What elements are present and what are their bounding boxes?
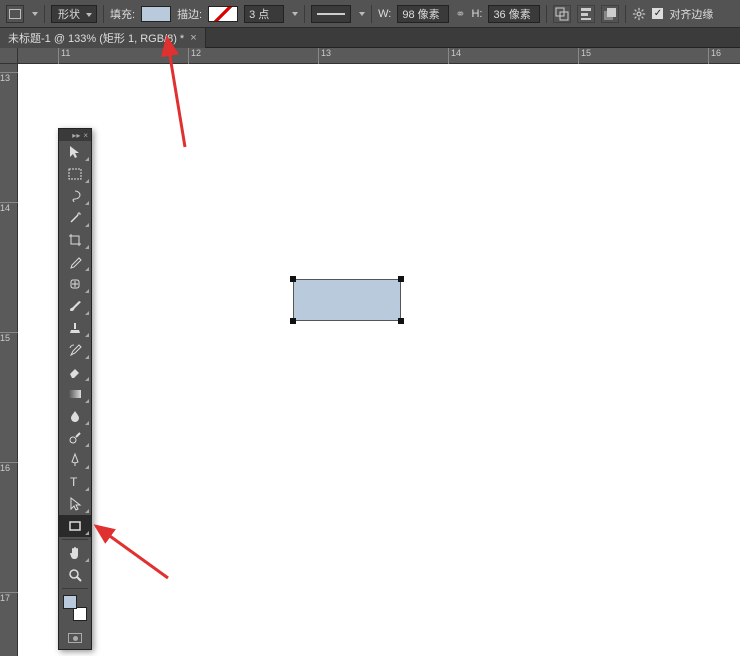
ruler-origin[interactable] xyxy=(0,48,18,64)
shape-mode-label: 形状 xyxy=(58,6,80,22)
chevron-down-icon xyxy=(86,13,92,17)
ruler-h-tick: 13 xyxy=(318,48,331,64)
ruler-vertical[interactable]: 13 14 15 16 17 xyxy=(0,64,18,656)
ruler-v-tick: 17 xyxy=(0,592,18,602)
resize-handle-tl[interactable] xyxy=(290,276,296,282)
path-arrange-button[interactable] xyxy=(601,5,619,23)
ruler-h-tick: 11 xyxy=(58,48,70,64)
tools-panel[interactable]: ▸▸× T xyxy=(58,128,92,650)
ruler-h-tick: 15 xyxy=(578,48,591,64)
height-field[interactable]: 36 像素 xyxy=(488,5,540,23)
stroke-swatch[interactable] xyxy=(208,6,238,22)
ruler-h-tick: 14 xyxy=(448,48,461,64)
resize-handle-tr[interactable] xyxy=(398,276,404,282)
gradient-tool[interactable] xyxy=(59,383,91,405)
chevron-down-icon[interactable] xyxy=(32,12,38,16)
path-combine-button[interactable] xyxy=(553,5,571,23)
path-selection-tool[interactable] xyxy=(59,493,91,515)
blur-tool[interactable] xyxy=(59,405,91,427)
dodge-tool[interactable] xyxy=(59,427,91,449)
align-edges-label: 对齐边缘 xyxy=(669,6,713,22)
ruler-v-tick: 16 xyxy=(0,462,18,472)
tool-preset-picker[interactable] xyxy=(6,5,24,23)
eraser-tool[interactable] xyxy=(59,361,91,383)
width-label: W: xyxy=(378,8,391,20)
gear-icon[interactable] xyxy=(632,7,646,21)
ruler-horizontal[interactable]: 11 12 13 14 15 16 xyxy=(18,48,740,64)
chevron-down-icon[interactable] xyxy=(292,12,298,16)
ruler-v-tick: 14 xyxy=(0,202,18,212)
type-tool[interactable]: T xyxy=(59,471,91,493)
document-tab[interactable]: 未标题-1 @ 133% (矩形 1, RGB/8) * × xyxy=(0,28,206,48)
divider xyxy=(62,588,88,589)
rectangle-shape[interactable] xyxy=(293,279,401,321)
document-tab-strip: 未标题-1 @ 133% (矩形 1, RGB/8) * × xyxy=(0,28,740,48)
width-field[interactable]: 98 像素 xyxy=(397,5,449,23)
ruler-h-tick: 12 xyxy=(188,48,201,64)
shape-mode-select[interactable]: 形状 xyxy=(51,5,97,23)
hand-tool[interactable] xyxy=(59,542,91,564)
link-icon[interactable]: ⚭ xyxy=(455,7,465,21)
eyedropper-tool[interactable] xyxy=(59,251,91,273)
canvas[interactable] xyxy=(18,64,740,656)
rectangle-tool[interactable] xyxy=(59,515,91,537)
crop-tool[interactable] xyxy=(59,229,91,251)
stroke-width-field[interactable]: 3 点 xyxy=(244,5,284,23)
tools-panel-header[interactable]: ▸▸× xyxy=(59,129,91,141)
close-icon[interactable]: × xyxy=(190,32,196,44)
background-color-swatch[interactable] xyxy=(73,607,87,621)
pen-tool[interactable] xyxy=(59,449,91,471)
quick-mask-toggle[interactable] xyxy=(59,627,91,649)
collapse-icon[interactable]: ▸▸ xyxy=(72,131,80,140)
document-tab-title: 未标题-1 @ 133% (矩形 1, RGB/8) * xyxy=(8,30,184,46)
options-bar: 形状 填充: 描边: 3 点 W: 98 像素 ⚭ H: 36 像素 ✓ 对齐边… xyxy=(0,0,740,28)
healing-brush-tool[interactable] xyxy=(59,273,91,295)
ruler-v-tick: 13 xyxy=(0,72,18,82)
resize-handle-br[interactable] xyxy=(398,318,404,324)
align-edges-checkbox[interactable]: ✓ xyxy=(652,8,663,19)
height-label: H: xyxy=(471,8,482,20)
ruler-v-tick: 15 xyxy=(0,332,18,342)
zoom-tool[interactable] xyxy=(59,564,91,586)
ruler-h-tick: 16 xyxy=(708,48,721,64)
chevron-down-icon[interactable] xyxy=(359,12,365,16)
path-align-button[interactable] xyxy=(577,5,595,23)
fill-swatch[interactable] xyxy=(141,6,171,22)
color-swatches[interactable] xyxy=(59,593,91,623)
foreground-color-swatch[interactable] xyxy=(63,595,77,609)
resize-handle-bl[interactable] xyxy=(290,318,296,324)
fill-label: 填充: xyxy=(110,6,135,22)
move-tool[interactable] xyxy=(59,141,91,163)
stroke-label: 描边: xyxy=(177,6,202,22)
svg-text:T: T xyxy=(70,475,78,489)
stroke-style-picker[interactable] xyxy=(311,5,351,23)
marquee-tool[interactable] xyxy=(59,163,91,185)
history-brush-tool[interactable] xyxy=(59,339,91,361)
divider xyxy=(62,539,88,540)
close-icon[interactable]: × xyxy=(83,131,88,140)
magic-wand-tool[interactable] xyxy=(59,207,91,229)
clone-stamp-tool[interactable] xyxy=(59,317,91,339)
brush-tool[interactable] xyxy=(59,295,91,317)
lasso-tool[interactable] xyxy=(59,185,91,207)
